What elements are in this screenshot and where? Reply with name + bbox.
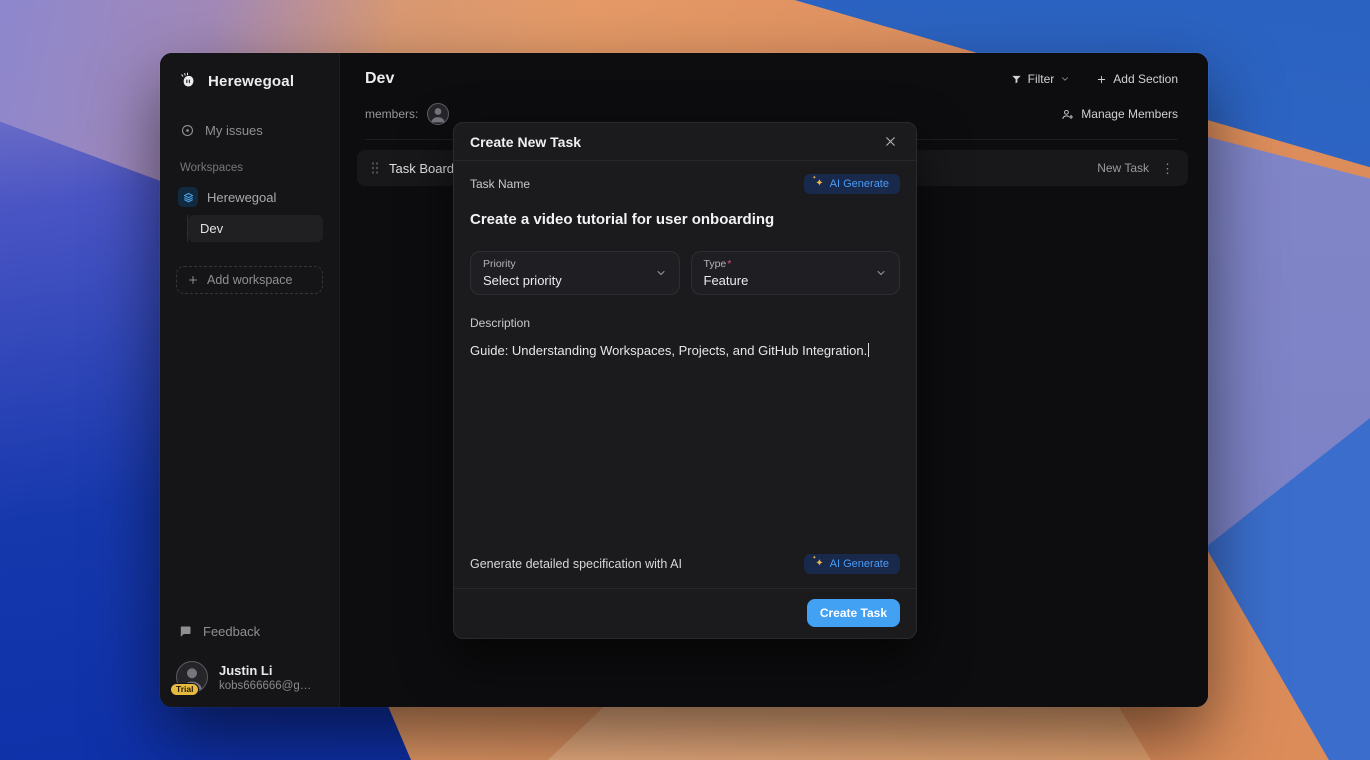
app-logo-row: Herewegoal	[178, 71, 323, 91]
task-name-input[interactable]: Create a video tutorial for user onboard…	[470, 211, 900, 228]
members-group: members:	[365, 103, 450, 125]
description-label: Description	[470, 316, 531, 330]
plus-icon	[1096, 74, 1107, 85]
text-cursor	[868, 343, 870, 357]
sparkles-icon: ✦	[812, 556, 824, 569]
modal-title: Create New Task	[470, 133, 582, 150]
header-actions: Filter Add Section	[1011, 72, 1178, 86]
app-name: Herewegoal	[208, 72, 295, 90]
user-name: Justin Li	[219, 662, 273, 678]
filter-button[interactable]: Filter	[1011, 72, 1071, 86]
person-plus-icon	[1061, 108, 1074, 121]
funnel-icon	[1011, 74, 1022, 85]
app-logo-fist-icon	[178, 71, 198, 91]
workspace-name: Herewegoal	[207, 189, 277, 205]
trial-badge: Trial	[170, 682, 200, 696]
filter-label: Filter	[1027, 72, 1055, 86]
sidebar-item-my-issues[interactable]: My issues	[176, 119, 323, 142]
priority-select-texts: Priority Select priority	[483, 258, 562, 288]
priority-value: Select priority	[483, 273, 562, 288]
priority-label: Priority	[483, 258, 516, 270]
user-account-row[interactable]: Trial Justin Li kobs666666@gmail....	[170, 661, 323, 696]
new-task-button[interactable]: New Task	[1097, 161, 1149, 175]
sidebar-item-feedback[interactable]: Feedback	[176, 620, 323, 643]
description-text: Guide: Understanding Workspaces, Project…	[470, 343, 868, 358]
ai-generate-name-button[interactable]: ✦ AI Generate	[804, 174, 900, 194]
modal-header: Create New Task	[454, 123, 916, 161]
section-title: Task Board	[389, 160, 455, 176]
create-task-modal: Create New Task Task Name ✦ AI Generate …	[453, 122, 917, 639]
required-asterisk: *	[727, 258, 732, 270]
type-select-texts: Type* Feature	[704, 258, 749, 288]
plus-icon	[187, 274, 199, 286]
modal-footer: Create Task	[454, 588, 916, 638]
add-workspace-button[interactable]: Add workspace	[176, 266, 323, 294]
type-value: Feature	[703, 273, 749, 288]
member-avatar[interactable]	[427, 103, 450, 125]
ai-generate-label: AI Generate	[829, 178, 889, 190]
close-icon[interactable]	[881, 132, 900, 151]
chevron-down-icon	[1060, 74, 1070, 84]
project-name: Dev	[200, 221, 224, 236]
create-task-button[interactable]: Create Task	[806, 599, 900, 627]
modal-body: Task Name ✦ AI Generate Create a video t…	[454, 161, 916, 588]
spec-hint-text: Generate detailed specification with AI	[470, 557, 682, 571]
feedback-label: Feedback	[203, 624, 261, 639]
user-meta: Justin Li kobs666666@gmail....	[219, 663, 319, 692]
page-title: Dev	[365, 70, 395, 87]
app-window: Herewegoal My issues Workspaces Herewego…	[160, 53, 1208, 707]
user-email: kobs666666@gmail....	[219, 679, 319, 692]
speech-bubble-icon	[178, 624, 193, 639]
ai-generate-label: AI Generate	[829, 558, 889, 570]
manage-members-label: Manage Members	[1081, 107, 1178, 121]
chevron-down-icon	[875, 267, 887, 279]
workspace-project-tree: Dev	[187, 215, 323, 242]
sidebar: Herewegoal My issues Workspaces Herewego…	[160, 53, 340, 707]
chevron-down-icon	[655, 267, 667, 279]
user-avatar-wrap: Trial	[170, 661, 208, 696]
type-label: Type*	[703, 258, 732, 270]
sidebar-item-workspace-herewegoal[interactable]: Herewegoal	[176, 186, 323, 208]
add-workspace-label: Add workspace	[207, 273, 293, 287]
type-select[interactable]: Type* Feature	[690, 251, 900, 295]
kebab-menu-icon[interactable]: ⋮	[1161, 162, 1174, 175]
workspace-layers-icon	[178, 187, 198, 207]
description-textarea[interactable]: Guide: Understanding Workspaces, Project…	[470, 342, 900, 554]
sidebar-item-project-dev[interactable]: Dev	[188, 215, 323, 242]
manage-members-button[interactable]: Manage Members	[1061, 107, 1178, 121]
sparkles-icon: ✦	[812, 176, 824, 189]
task-name-label: Task Name	[470, 177, 531, 191]
members-label: members:	[365, 107, 419, 121]
add-section-button[interactable]: Add Section	[1096, 72, 1178, 86]
drag-handle-icon[interactable]	[371, 161, 379, 175]
add-section-label: Add Section	[1113, 72, 1178, 86]
my-issues-label: My issues	[205, 123, 263, 138]
ai-generate-spec-button[interactable]: ✦ AI Generate	[804, 554, 900, 574]
my-issues-target-icon	[180, 123, 195, 138]
workspaces-section-label: Workspaces	[180, 162, 244, 174]
priority-select[interactable]: Priority Select priority	[470, 251, 680, 295]
